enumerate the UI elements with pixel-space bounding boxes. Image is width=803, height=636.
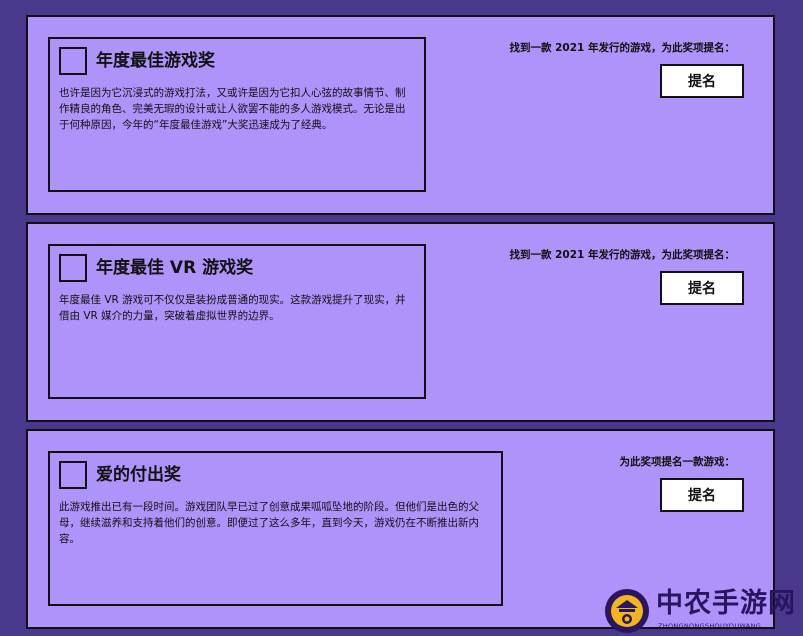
award-panel-game-of-the-year: 年度最佳游戏奖 也许是因为它沉浸式的游戏打法，又或许是因为它扣人心弦的故事情节、… [26,15,775,215]
nominate-button[interactable]: 提名 [660,478,744,512]
award-checkbox[interactable] [59,47,87,75]
award-description: 也许是因为它沉浸式的游戏打法，又或许是因为它扣人心弦的故事情节、制作精良的角色、… [59,87,406,131]
award-card: 年度最佳 VR 游戏奖 年度最佳 VR 游戏可不仅仅是装扮成普通的现实。这款游戏… [48,244,426,399]
award-description: 此游戏推出已有一段时间。游戏团队早已过了创意成果呱呱坠地的阶段。但他们是出色的父… [59,501,479,545]
nominate-button[interactable]: 提名 [660,64,744,98]
watermark-text: 中农手游网 [656,588,796,619]
award-description: 年度最佳 VR 游戏可不仅仅是装扮成普通的现实。这款游戏提升了现实，并借由 VR… [59,294,406,322]
award-title: 爱的付出奖 [96,465,181,485]
nominate-prompt: 找到一款 2021 年发行的游戏，为此奖项提名： [509,249,735,261]
award-title: 年度最佳 VR 游戏奖 [96,258,254,278]
award-panel-vr-game-of-the-year: 年度最佳 VR 游戏奖 年度最佳 VR 游戏可不仅仅是装扮成普通的现实。这款游戏… [26,222,775,422]
brand-logo-icon [605,589,649,633]
award-card: 爱的付出奖 此游戏推出已有一段时间。游戏团队早已过了创意成果呱呱坠地的阶段。但他… [48,451,503,606]
nominate-prompt: 找到一款 2021 年发行的游戏，为此奖项提名： [509,42,735,54]
nominate-prompt: 为此奖项提名一款游戏： [619,456,736,468]
nominate-button[interactable]: 提名 [660,271,744,305]
watermark-subtext: ZHONGNONGSHOUYOUWANG [658,622,762,630]
award-checkbox[interactable] [59,461,87,489]
award-title: 年度最佳游戏奖 [96,51,215,71]
award-card: 年度最佳游戏奖 也许是因为它沉浸式的游戏打法，又或许是因为它扣人心弦的故事情节、… [48,37,426,192]
award-checkbox[interactable] [59,254,87,282]
watermark: 中农手游网 ZHONGNONGSHOUYOUWANG [604,586,803,636]
